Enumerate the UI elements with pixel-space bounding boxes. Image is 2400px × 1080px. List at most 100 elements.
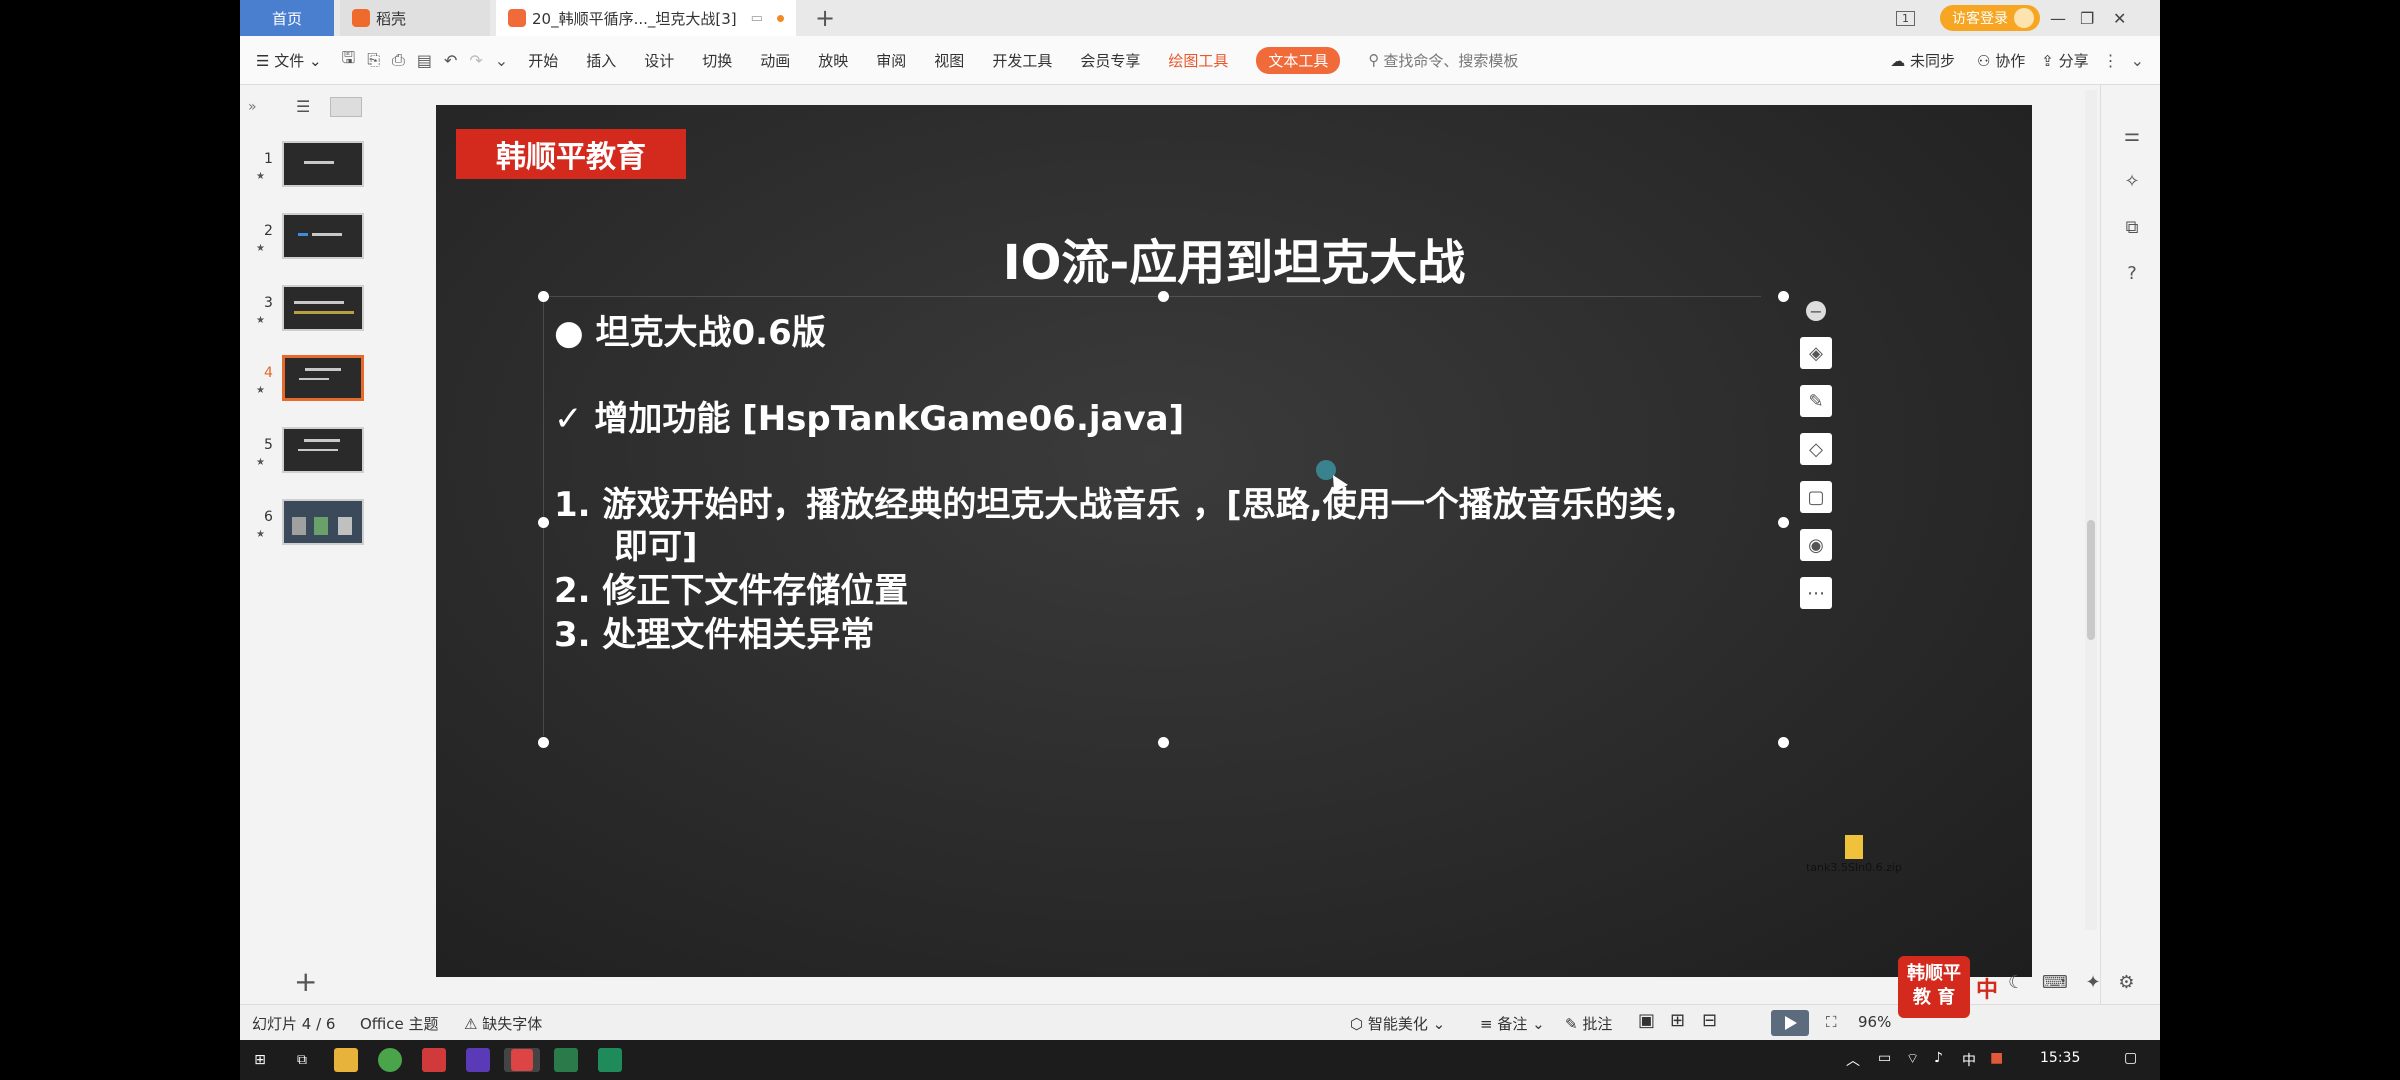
format-painter-icon[interactable]: ⎘ [367,50,380,70]
resize-handle[interactable] [1778,737,1789,748]
collapse-toolbar-icon[interactable]: − [1806,301,1826,321]
list-item-1[interactable]: 1. 游戏开始时，播放经典的坦克大战音乐 ，[思路,使用一个播放音乐的类， [554,477,1697,526]
xmind-icon[interactable] [422,1048,446,1072]
comments-button[interactable]: ✎ 批注 [1565,1013,1612,1034]
smart-beautify-button[interactable]: ⬡ 智能美化 ⌄ [1350,1013,1445,1034]
slide-title[interactable]: IO流-应用到坦克大战 [436,223,2032,293]
ribbon-tab-view[interactable]: 视图 [934,50,964,71]
resize-handle[interactable] [1158,737,1169,748]
resize-handle[interactable] [538,737,549,748]
collapse-ribbon-icon[interactable]: ⌄ [2131,51,2144,70]
resize-handle[interactable] [1158,291,1169,302]
ribbon-tab-text-tools[interactable]: 文本工具 [1256,46,1341,74]
ime-indicator[interactable]: 中 [1976,972,1998,1004]
border-icon[interactable]: ▢ [1800,481,1832,513]
bullet-line[interactable]: ● 坦克大战0.6版 [554,305,826,354]
slide-thumbnail[interactable]: 1 ★ [240,141,378,193]
clock[interactable]: 15:35 [2040,1050,2080,1066]
reading-view-icon[interactable]: ⊟ [1702,1010,1717,1031]
command-search[interactable]: ⚲ 查找命令、搜索模板 [1368,50,1518,71]
idea-app-icon[interactable] [466,1048,490,1072]
ribbon-tab-start[interactable]: 开始 [528,50,558,71]
expand-panel-icon[interactable]: » [248,99,257,115]
login-area[interactable]: 访客登录 [1940,0,2040,36]
tray-app-icon[interactable]: ■ [1990,1050,2003,1066]
start-icon[interactable]: ⊞ [248,1048,272,1072]
ribbon-tab-drawing-tools[interactable]: 绘图工具 [1168,50,1228,71]
tray-expand-icon[interactable]: ︿ [1846,1050,1860,1070]
share-button[interactable]: ⇪ 分享 [2041,50,2088,71]
tab-document[interactable]: 20_韩顺平循序..._坦克大战[3] ▭ [496,0,796,36]
help-icon[interactable]: ? [2121,263,2143,285]
more-tools-icon[interactable]: ⋯ [1800,577,1832,609]
resize-handle[interactable] [538,291,549,302]
list-item-2[interactable]: 2. 修正下文件存储位置 [554,563,908,612]
more-options-icon[interactable]: ⋮ [2103,51,2119,70]
brush-icon[interactable]: ✎ [1800,385,1832,417]
notification-icon[interactable]: ▢ [2124,1050,2137,1066]
notes-button[interactable]: ≡ 备注 ⌄ [1480,1013,1545,1034]
redo-icon[interactable]: ↷ [469,51,482,70]
vertical-scrollbar[interactable] [2085,90,2097,930]
collab-button[interactable]: ⚇ 协作 [1977,50,2025,71]
normal-view-icon[interactable]: ▣ [1638,1010,1655,1031]
resize-handle[interactable] [1778,517,1789,528]
copy-style-icon[interactable]: ⧉ [2121,217,2143,239]
ribbon-tab-transition[interactable]: 切换 [702,50,732,71]
ime-toolbar[interactable]: ☾ ⌨ ✦ ⚙ [2008,972,2141,993]
print-preview-icon[interactable]: ▤ [417,51,432,70]
tray-language[interactable]: 中 [1962,1050,1976,1070]
tab-daoke[interactable]: 稻壳 [340,0,490,36]
volume-icon[interactable]: ♪ [1934,1050,1943,1066]
slide-thumbnail[interactable]: 5 ★ [240,427,378,479]
camtasia-icon[interactable] [554,1048,578,1072]
minimize-button[interactable]: — [2050,0,2066,36]
recorder-icon[interactable] [598,1048,622,1072]
idea-icon[interactable]: ◉ [1800,529,1832,561]
pin-icon[interactable]: ✧ [2121,171,2143,193]
scrollbar-thumb[interactable] [2087,520,2095,640]
slide-thumbnail[interactable]: 2 ★ [240,213,378,265]
ribbon-tab-review[interactable]: 审阅 [876,50,906,71]
play-slideshow-button[interactable] [1771,1010,1809,1036]
thumbnail-view-icon[interactable] [330,97,362,117]
page-badge[interactable]: 1 [1896,0,1915,36]
outline-view-icon[interactable]: ☰ [296,97,310,116]
restore-button[interactable]: ❐ [2080,0,2094,36]
ribbon-tab-design[interactable]: 设计 [644,50,674,71]
ribbon-tab-insert[interactable]: 插入 [586,50,616,71]
more-quick-icon[interactable]: ⌄ [495,51,508,70]
save-icon[interactable]: 🖫 [342,47,356,74]
zoom-level[interactable]: 96% [1858,1013,1891,1031]
new-tab-button[interactable]: + [810,0,840,36]
ribbon-tab-member[interactable]: 会员专享 [1080,50,1140,71]
zip-attachment[interactable]: tank3.5SIn0.6.zip [1806,835,1902,874]
print-icon[interactable]: ⎙ [392,50,405,70]
file-menu[interactable]: ☰ 文件 ⌄ [256,50,322,71]
slide-thumbnail[interactable]: 3 ★ [240,285,378,337]
slide-thumbnail-active[interactable]: 4 ★ [240,355,378,407]
check-line[interactable]: ✓ 增加功能 [HspTankGame06.java] [554,391,1184,440]
undo-icon[interactable]: ↶ [444,51,457,70]
close-button[interactable]: ✕ [2113,0,2126,36]
slide-sorter-icon[interactable]: ⊞ [1670,1010,1685,1031]
battery-icon[interactable]: ▭ [1878,1050,1891,1066]
properties-icon[interactable]: ⚌ [2121,125,2143,147]
ribbon-tab-developer[interactable]: 开发工具 [992,50,1052,71]
resize-handle[interactable] [1778,291,1789,302]
slide-canvas[interactable]: 韩顺平教育 IO流-应用到坦克大战 ● 坦克大战0.6版 ✓ 增加功能 [Hsp… [436,105,2032,977]
list-item-3[interactable]: 3. 处理文件相关异常 [554,607,874,656]
fill-icon[interactable]: ◇ [1800,433,1832,465]
layers-icon[interactable]: ◈ [1800,337,1832,369]
task-view-icon[interactable]: ⧉ [290,1048,314,1072]
visitor-login-button[interactable]: 访客登录 [1940,5,2040,31]
file-explorer-icon[interactable] [334,1048,358,1072]
zoom-fit-icon[interactable]: ⛶ [1826,1013,1837,1031]
sync-status[interactable]: ☁ 未同步 [1890,50,1955,71]
chrome-icon[interactable] [378,1048,402,1072]
tab-home[interactable]: 首页 [240,0,334,36]
ribbon-tab-animation[interactable]: 动画 [760,50,790,71]
monitor-icon[interactable]: ▭ [751,11,763,26]
list-item-1-cont[interactable]: 即可] [614,519,698,568]
missing-font-button[interactable]: ⚠ 缺失字体 [464,1013,542,1034]
